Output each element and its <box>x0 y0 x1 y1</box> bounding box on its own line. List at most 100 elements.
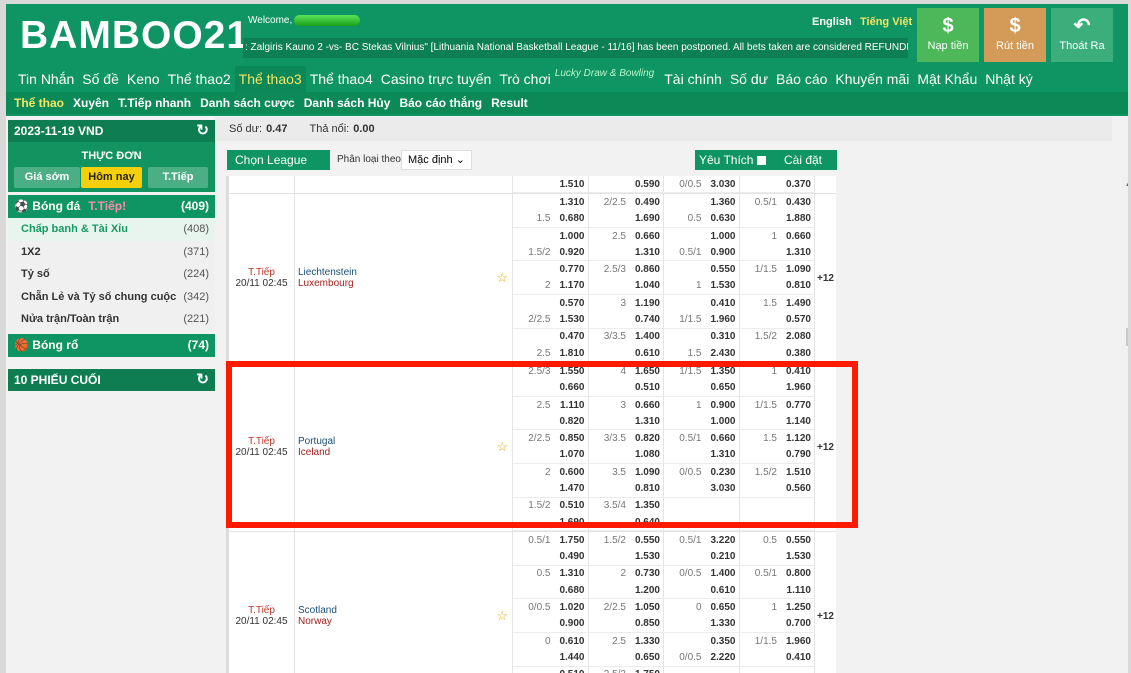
odds-value[interactable]: 2.220 <box>710 652 735 663</box>
subnav-item[interactable]: Danh sách cược <box>200 96 295 110</box>
odds-value[interactable]: 1.530 <box>710 280 735 291</box>
odds-value[interactable]: 1.530 <box>785 551 811 562</box>
odds-value[interactable]: 0.810 <box>785 280 811 291</box>
odds-value[interactable]: 0.410 <box>785 652 811 663</box>
odds-value[interactable]: 1.810 <box>559 348 584 359</box>
odds-value[interactable]: 1.050 <box>634 602 660 613</box>
home-team[interactable]: Scotland <box>298 605 512 616</box>
odds-value[interactable]: 1.040 <box>634 280 660 291</box>
odds-value[interactable]: 0.430 <box>785 197 811 208</box>
odds-value[interactable]: 0.850 <box>634 618 660 629</box>
odds-value[interactable]: 1.000 <box>559 231 584 242</box>
odds-value[interactable]: 1.110 <box>785 585 811 596</box>
odds-value[interactable]: 0.680 <box>559 585 584 596</box>
sidebar-item[interactable]: Chẵn Lẻ và Tỷ số chung cuộc (342) <box>8 285 215 308</box>
odds-value[interactable]: 0.470 <box>559 331 584 342</box>
today-button[interactable]: Hôm nay <box>81 167 142 188</box>
subnav-item[interactable]: Danh sách Hủy <box>304 96 391 110</box>
withdraw-button[interactable]: $ Rút tiền <box>984 8 1046 62</box>
subnav-item[interactable]: Result <box>491 96 528 110</box>
lang-vietnamese[interactable]: Tiếng Việt <box>860 16 912 28</box>
nav-item[interactable]: Tin Nhắn <box>6 66 78 92</box>
odds-value[interactable]: 0.770 <box>559 264 584 275</box>
favorite-checkbox[interactable] <box>756 156 766 165</box>
early-button[interactable]: Giá sớm <box>14 167 80 188</box>
odds-value[interactable]: 0.490 <box>559 551 584 562</box>
more-bets-link[interactable]: +12 <box>815 532 836 673</box>
nav-item[interactable]: Báo cáo <box>772 66 831 92</box>
nav-item[interactable]: Thể thao2 <box>164 66 235 92</box>
scroll-up-icon[interactable]: ▲ <box>1121 178 1128 188</box>
odds-value[interactable]: 0.490 <box>634 197 660 208</box>
subnav-item[interactable]: Thể thao <box>14 96 64 110</box>
away-team[interactable]: Luxembourg <box>298 278 512 289</box>
odds-value[interactable]: 1.690 <box>634 213 660 224</box>
settings-button[interactable]: Cài đặt <box>769 150 837 170</box>
scroll-thumb[interactable] <box>1126 328 1128 346</box>
nav-item[interactable]: Khuyến mãi <box>831 66 913 92</box>
odds-value[interactable]: 1.960 <box>710 314 735 325</box>
nav-item[interactable]: Số dư <box>726 66 772 92</box>
odds-value[interactable]: 2.430 <box>710 348 735 359</box>
odds-value[interactable]: 1.750 <box>559 535 584 546</box>
nav-item[interactable]: Trò chơi <box>495 66 554 92</box>
odds-value[interactable]: 0.550 <box>634 535 660 546</box>
odds-value[interactable]: 0.610 <box>634 348 660 359</box>
odds-value[interactable]: 0.310 <box>710 331 735 342</box>
nav-item[interactable]: Số đề <box>78 66 123 92</box>
odds-value[interactable]: 0.700 <box>785 618 811 629</box>
more-bets-link[interactable]: +12 <box>815 194 836 362</box>
away-team[interactable]: Norway <box>298 616 512 627</box>
odds-value[interactable]: 1.530 <box>634 551 660 562</box>
lang-english[interactable]: English <box>812 16 852 28</box>
odds-value[interactable]: 0.570 <box>785 314 811 325</box>
odds-value[interactable]: 0.550 <box>710 264 735 275</box>
odds-value[interactable]: 0.650 <box>710 602 735 613</box>
odds-value[interactable]: 1.330 <box>634 636 660 647</box>
scrollbar[interactable]: ▲ <box>1121 176 1128 673</box>
odds-value[interactable]: 1.960 <box>785 636 811 647</box>
odds-value[interactable]: 0.660 <box>634 231 660 242</box>
odds-value[interactable]: 0.610 <box>559 636 584 647</box>
favorite-button[interactable]: Yêu Thích <box>695 150 770 170</box>
refresh-icon[interactable]: ↻ <box>196 369 209 391</box>
subnav-item[interactable]: T.Tiếp nhanh <box>118 96 191 110</box>
odds-value[interactable]: 0.660 <box>785 231 811 242</box>
odds-value[interactable]: 1.440 <box>559 652 584 663</box>
logout-button[interactable]: ↶ Thoát Ra <box>1051 8 1113 62</box>
odds-value[interactable]: 0.590 <box>634 179 660 190</box>
odds-value[interactable]: 0.380 <box>785 348 811 359</box>
refresh-icon[interactable]: ↻ <box>196 120 209 142</box>
odds-value[interactable]: 0.900 <box>559 618 584 629</box>
odds-value[interactable]: 0.370 <box>785 179 811 190</box>
odds-value[interactable]: 0.350 <box>710 636 735 647</box>
odds-value[interactable]: 0.210 <box>710 551 735 562</box>
odds-value[interactable]: 0.740 <box>634 314 660 325</box>
odds-value[interactable]: 1.200 <box>634 585 660 596</box>
odds-value[interactable]: 1.090 <box>785 264 811 275</box>
nav-item[interactable]: Thể thao3 <box>234 66 306 92</box>
sidebar-item[interactable]: Nửa trận/Toàn trận (221) <box>8 308 215 331</box>
odds-value[interactable]: 0.800 <box>785 568 811 579</box>
odds-value[interactable]: 1.020 <box>559 602 584 613</box>
odds-value[interactable]: 0.510 <box>559 669 584 673</box>
odds-value[interactable]: 3.030 <box>710 179 735 190</box>
odds-value[interactable]: 1.750 <box>634 669 660 673</box>
home-team[interactable]: Liechtenstein <box>298 267 512 278</box>
nav-item[interactable]: Nhật ký <box>981 66 1036 92</box>
odds-value[interactable]: 1.310 <box>559 197 584 208</box>
odds-value[interactable]: 0.650 <box>634 652 660 663</box>
odds-value[interactable]: 0.920 <box>559 247 584 258</box>
nav-item[interactable]: Tài chính <box>660 66 726 92</box>
sidebar-item[interactable]: Tỷ số (224) <box>8 263 215 286</box>
odds-value[interactable]: 1.400 <box>634 331 660 342</box>
nav-item[interactable]: Mật Khẩu <box>913 66 981 92</box>
odds-value[interactable]: 0.410 <box>710 298 735 309</box>
odds-value[interactable]: 1.170 <box>559 280 584 291</box>
odds-value[interactable]: 1.310 <box>785 247 811 258</box>
nav-item[interactable]: Thể thao4 <box>306 66 377 92</box>
odds-value[interactable]: 0.610 <box>710 585 735 596</box>
star-icon[interactable]: ☆ <box>496 608 508 624</box>
odds-value[interactable]: 1.190 <box>634 298 660 309</box>
deposit-button[interactable]: $ Nạp tiền <box>917 8 979 62</box>
